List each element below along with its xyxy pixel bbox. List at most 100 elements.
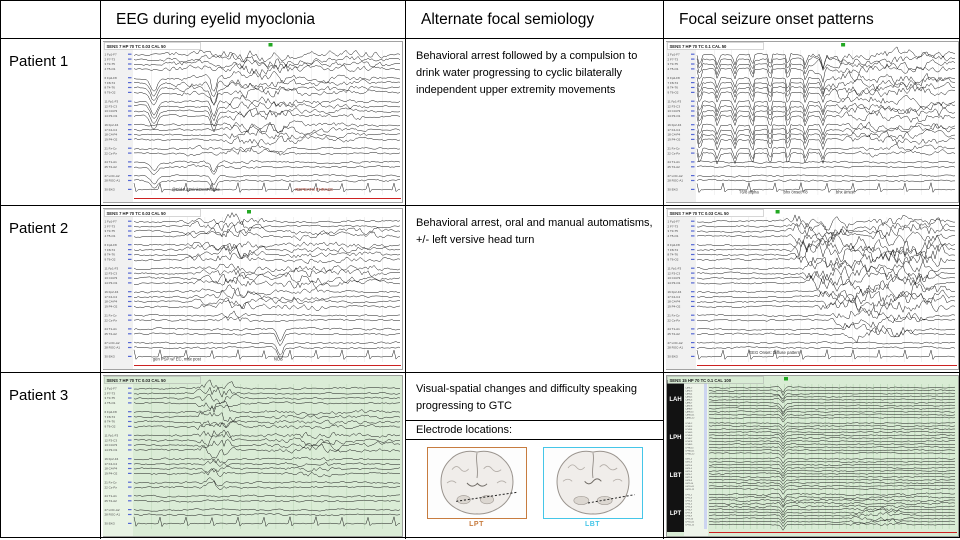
svg-text:LPT3-4: LPT3-4 xyxy=(686,500,693,502)
eeg-panel-p1-focal-onset: 1 Fp1-F72 F7-T33 T3-T54 T5-O16 Fp2-F87 F… xyxy=(666,41,959,203)
svg-text:6 Fp2-F8: 6 Fp2-F8 xyxy=(668,76,681,80)
svg-text:4 T5-O1: 4 T5-O1 xyxy=(668,67,679,71)
svg-text:2 F7-T3: 2 F7-T3 xyxy=(105,224,116,228)
svg-text:SENS 7 HP 70 TC 0.03 CAL 50: SENS 7 HP 70 TC 0.03 CAL 50 xyxy=(107,44,167,49)
svg-text:22 Cz-Pz: 22 Cz-Pz xyxy=(105,151,118,155)
svg-text:6 Fp2-F8: 6 Fp2-F8 xyxy=(105,243,118,247)
svg-text:1 Fp1-F7: 1 Fp1-F7 xyxy=(668,52,681,56)
svg-text:19 P4-O2: 19 P4-O2 xyxy=(668,138,681,142)
svg-text:8 T4-T6: 8 T4-T6 xyxy=(105,86,116,90)
svg-text:LAH6-7: LAH6-7 xyxy=(686,402,694,405)
brain-slice-drawing xyxy=(544,448,642,518)
svg-text:11 Fp1-F3: 11 Fp1-F3 xyxy=(105,266,119,270)
svg-text:LAH11-12: LAH11-12 xyxy=(686,417,696,420)
patient-label: Patient 2 xyxy=(9,220,68,237)
svg-text:12 F3-C3: 12 F3-C3 xyxy=(105,104,118,108)
row-label-patient-3: Patient 3 xyxy=(1,373,101,539)
svg-text:14 P3-O1: 14 P3-O1 xyxy=(105,114,118,118)
svg-text:LPT6-7: LPT6-7 xyxy=(686,509,693,511)
svg-text:4 T5-O1: 4 T5-O1 xyxy=(105,234,116,238)
svg-text:8 T4-T6: 8 T4-T6 xyxy=(668,253,679,257)
brain-label-lpt: LPT xyxy=(427,521,527,528)
svg-text:1 Fp1-F7: 1 Fp1-F7 xyxy=(668,219,681,223)
svg-text:7 F8-T4: 7 F8-T4 xyxy=(105,415,116,419)
svg-text:LAH9-10: LAH9-10 xyxy=(686,411,695,414)
brain-figure-lbt: LBT xyxy=(543,447,643,528)
svg-text:13 C3-P3: 13 C3-P3 xyxy=(668,276,681,280)
svg-text:24 T1-A1: 24 T1-A1 xyxy=(668,327,681,331)
row-label-patient-2: Patient 2 xyxy=(1,206,101,373)
svg-text:17 F4-C4: 17 F4-C4 xyxy=(105,295,118,299)
svg-text:SENS 15 HP 70 TC 0.1 CAL 100: SENS 15 HP 70 TC 0.1 CAL 100 xyxy=(670,378,732,383)
svg-text:9 T6-O2: 9 T6-O2 xyxy=(105,91,116,95)
svg-text:14 P3-O1: 14 P3-O1 xyxy=(668,114,681,118)
svg-text:LPT1-2: LPT1-2 xyxy=(686,494,693,496)
svg-text:3 T3-T5: 3 T3-T5 xyxy=(105,229,116,233)
svg-text:LAH8-9: LAH8-9 xyxy=(686,408,694,411)
svg-text:21 Fz-Cz: 21 Fz-Cz xyxy=(668,313,681,317)
brain-figure-lpt: LPT xyxy=(427,447,527,528)
svg-text:11 Fp1-F3: 11 Fp1-F3 xyxy=(105,433,119,437)
svg-text:6 Fp2-F8: 6 Fp2-F8 xyxy=(105,410,118,414)
svg-text:16 Fp2-F4: 16 Fp2-F4 xyxy=(668,290,682,294)
patient-label: Patient 1 xyxy=(9,53,68,70)
svg-text:7 F8-T4: 7 F8-T4 xyxy=(668,248,679,252)
svg-text:27 LOC-A2: 27 LOC-A2 xyxy=(105,341,120,345)
svg-text:4 T5-O1: 4 T5-O1 xyxy=(105,401,116,405)
svg-text:16 Fp2-F4: 16 Fp2-F4 xyxy=(668,123,682,127)
svg-text:24 T1-A1: 24 T1-A1 xyxy=(105,160,118,164)
column-header-label: EEG during eyelid myoclonia xyxy=(116,11,315,29)
svg-text:24 T1-A1: 24 T1-A1 xyxy=(105,327,118,331)
eeg-cell-p3-focal-onset: LAHLPHLBTLPTLAH1-2LAH2-3LAH3-4LAH4-5LAH5… xyxy=(664,373,960,539)
column-header-label: Focal seizure onset patterns xyxy=(679,11,874,29)
svg-text:REPEATS PHRASE: REPEATS PHRASE xyxy=(295,187,333,192)
svg-text:18 C4-P4: 18 C4-P4 xyxy=(105,467,118,471)
electrode-locations-label: Electrode locations: xyxy=(406,420,663,440)
svg-text:21 Fz-Cz: 21 Fz-Cz xyxy=(105,480,118,484)
svg-text:22 Cz-Pz: 22 Cz-Pz xyxy=(668,318,681,322)
svg-text:LPH4-5: LPH4-5 xyxy=(686,432,694,434)
svg-text:LPH7-8: LPH7-8 xyxy=(686,441,694,443)
eeg-cell-p2-myoclonia: 1 Fp1-F72 F7-T33 T3-T54 T5-O16 Fp2-F87 F… xyxy=(101,206,406,373)
svg-text:18 C4-P4: 18 C4-P4 xyxy=(105,300,118,304)
svg-text:25 T2-A2: 25 T2-A2 xyxy=(668,165,681,169)
svg-text:LAH4-5: LAH4-5 xyxy=(686,396,694,399)
svg-text:27 LOC-A2: 27 LOC-A2 xyxy=(668,174,683,178)
svg-text:22 Cz-Pz: 22 Cz-Pz xyxy=(105,485,118,489)
svg-text:4 T5-O1: 4 T5-O1 xyxy=(105,67,116,71)
svg-text:21 Fz-Cz: 21 Fz-Cz xyxy=(105,313,118,317)
svg-text:LBT3-4: LBT3-4 xyxy=(686,465,693,467)
svg-text:2 F7-T3: 2 F7-T3 xyxy=(105,57,116,61)
svg-text:22 Cz-Pz: 22 Cz-Pz xyxy=(105,318,118,322)
svg-text:LBT2-3: LBT2-3 xyxy=(686,462,693,464)
semiology-cell-p1: Behavioral arrest followed by a compulsi… xyxy=(406,39,664,206)
svg-text:12 F3-C3: 12 F3-C3 xyxy=(105,271,118,275)
column-header-focal-onset: Focal seizure onset patterns xyxy=(664,1,960,39)
svg-text:LPH9-10: LPH9-10 xyxy=(686,447,695,449)
eeg-panel-p2-eyelid-myoclonia: 1 Fp1-F72 F7-T33 T3-T54 T5-O16 Fp2-F87 F… xyxy=(103,208,403,370)
brain-label-lbt: LBT xyxy=(543,521,643,528)
svg-text:LAH3-4: LAH3-4 xyxy=(686,393,694,396)
svg-text:SENS 7 HP 70 TC 0.1 CAL 50: SENS 7 HP 70 TC 0.1 CAL 50 xyxy=(670,44,728,49)
svg-text:27 LOC-A2: 27 LOC-A2 xyxy=(668,341,683,345)
eeg-cell-p1-focal-onset: 1 Fp1-F72 F7-T33 T3-T54 T5-O16 Fp2-F87 F… xyxy=(664,39,960,206)
svg-text:25 T2-A2: 25 T2-A2 xyxy=(105,332,118,336)
semiology-cell-p3: Visual-spatial changes and difficulty sp… xyxy=(406,373,664,539)
svg-text:LPH8-9: LPH8-9 xyxy=(686,444,694,446)
svg-text:3 T3-T5: 3 T3-T5 xyxy=(105,396,116,400)
svg-text:9 T6-O2: 9 T6-O2 xyxy=(105,425,116,429)
svg-text:7 F8-T4: 7 F8-T4 xyxy=(105,81,116,85)
svg-text:bhx arrest: bhx arrest xyxy=(836,189,855,194)
svg-text:11 Fp1-F3: 11 Fp1-F3 xyxy=(668,266,682,270)
svg-text:3 T3-T5: 3 T3-T5 xyxy=(668,229,679,233)
svg-text:LBT6-7: LBT6-7 xyxy=(686,474,693,476)
svg-text:LPH: LPH xyxy=(670,435,682,441)
svg-text:21 Fz-Cz: 21 Fz-Cz xyxy=(105,146,118,150)
svg-text:28 ROC-A1: 28 ROC-A1 xyxy=(105,179,121,183)
svg-text:@DidJuhDrinkOnItPhrase: @DidJuhDrinkOnItPhrase xyxy=(172,187,221,192)
svg-text:9 T6-O2: 9 T6-O2 xyxy=(668,258,679,262)
svg-text:3 T3-T5: 3 T3-T5 xyxy=(668,62,679,66)
header-corner-cell xyxy=(1,1,101,39)
svg-text:4 T5-O1: 4 T5-O1 xyxy=(668,234,679,238)
svg-text:LPT10-11: LPT10-11 xyxy=(686,522,696,524)
